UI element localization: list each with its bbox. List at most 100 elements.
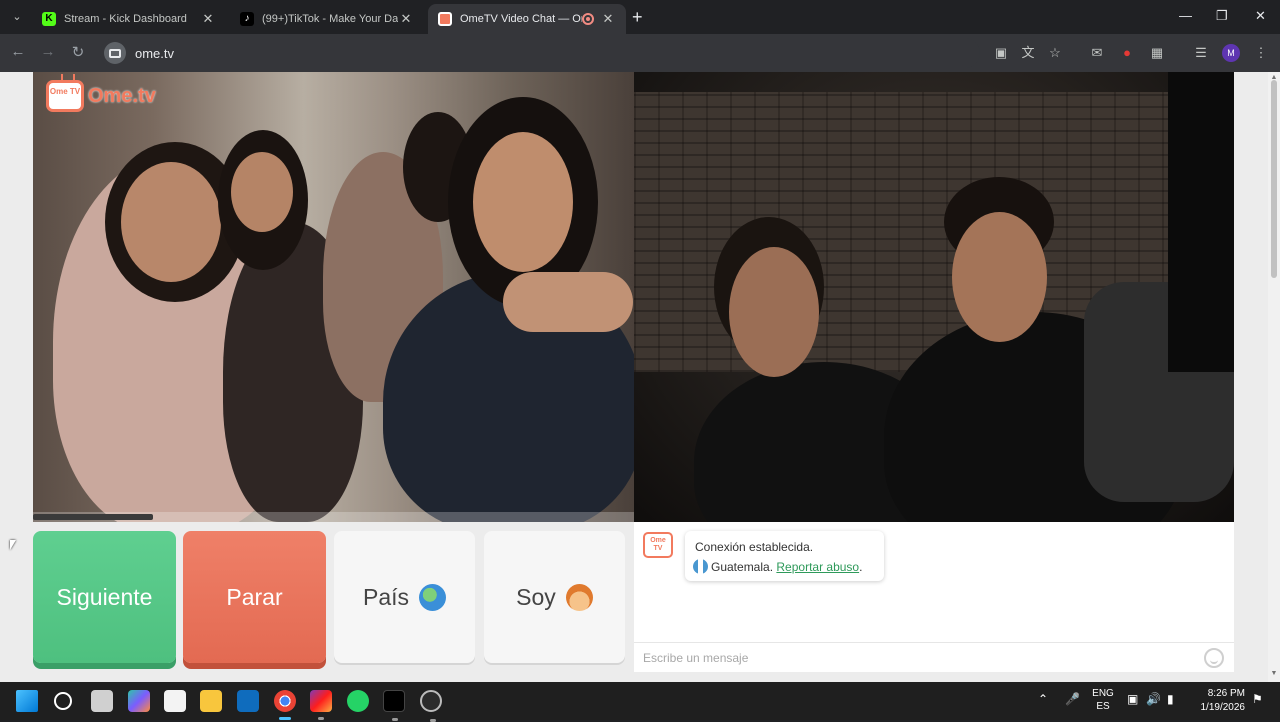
site-info-icon[interactable] [104,42,126,64]
task-view-icon[interactable] [91,690,113,712]
microsoft-store-icon[interactable] [164,690,186,712]
emoji-smile-icon[interactable] [1204,648,1224,668]
extension-record-icon[interactable]: ● [1118,44,1136,62]
tab-bar: ⌄ K Stream - Kick Dashboard ✕ ♪ (99+)Tik… [0,0,1280,34]
whatsapp-icon[interactable] [347,690,369,712]
next-button-label: Siguiente [56,583,153,610]
country-button-label: País [362,583,410,610]
connection-status: Conexión establecida. [695,540,814,554]
network-icon[interactable]: ▣ [1127,692,1138,706]
pointing-hand-shape [503,272,633,332]
next-button[interactable]: Siguiente [33,531,176,663]
menu-dots-icon[interactable]: ⋮ [1252,44,1270,62]
profile-avatar[interactable]: M [1222,44,1240,62]
clock-date: 1/19/2026 [1200,702,1246,713]
system-clock[interactable]: 8:26 PM 1/19/2026 [1195,687,1246,715]
language-code: ENG [1092,688,1114,699]
mouse-cursor-icon [10,540,16,550]
url-text[interactable]: ome.tv [135,46,174,61]
logo-wordmark: Ome.tv [88,84,156,107]
windows-taskbar: ⌃ 🎤 ENG ES ▣ 🔊 ▮ 8:26 PM 1/19/2026 ⚑ [0,682,1280,722]
show-hidden-icons-chevron-icon[interactable]: ⌃ [1038,692,1048,706]
dark-panel [1168,72,1234,372]
tab-kick-dashboard[interactable]: K Stream - Kick Dashboard ✕ [32,4,226,34]
tab-search-chevron-icon[interactable]: ⌄ [8,8,26,26]
forward-arrow-icon[interactable]: → [38,43,58,60]
stop-button[interactable]: Parar [183,531,326,663]
partner-country-line: Guatemala. Reportar abuso. [693,557,874,577]
message-input[interactable] [643,649,1183,667]
guatemala-flag-icon [693,559,708,574]
control-buttons: Siguiente Parar País Soy [33,531,634,671]
scrollbar-thumb[interactable] [1271,80,1277,278]
outlook-icon[interactable] [237,690,259,712]
remote-video [634,72,1234,522]
maximize-icon[interactable]: ❐ [1216,8,1228,24]
logo-badge-text: Ome TV [49,87,81,96]
bookmark-star-icon[interactable]: ☆ [1046,44,1064,62]
tab-ometv[interactable]: OmeTV Video Chat — Ome ✕ [428,4,626,34]
battery-icon[interactable]: ▮ [1167,692,1174,706]
gender-button-label: Soy [516,583,556,610]
back-arrow-icon[interactable]: ← [8,43,28,60]
clock-time: 8:26 PM [1207,688,1245,699]
windows-start-icon[interactable] [16,690,38,712]
close-icon[interactable]: ✕ [200,11,216,27]
face-shape [952,212,1047,342]
media-control-icon[interactable]: ☰ [1192,44,1210,62]
tiktok-app-icon[interactable] [383,690,405,721]
obs-icon[interactable] [420,690,442,722]
boy-face-icon [565,583,593,611]
file-explorer-icon[interactable] [200,690,222,712]
ometv-tv-icon: Ome TV [46,80,84,112]
ometv-page: Ome TV Ome.tv Siguiente Parar País Soy O… [0,72,1280,682]
keyboard-layout: ES [1096,701,1110,712]
stop-button-label: Parar [226,583,283,610]
kick-icon: K [42,12,56,26]
microphone-icon[interactable]: 🎤 [1065,692,1080,706]
address-bar[interactable]: ome.tv [100,38,980,68]
browser-toolbar: ← → ↻ ome.tv ▣ 文 ☆ ✉ ● ▦ ☰ M ⋮ [0,34,1280,72]
window-close-icon[interactable]: ✕ [1255,8,1266,24]
report-abuse-link[interactable]: Reportar abuso [776,560,859,574]
search-icon[interactable] [54,692,72,710]
reload-icon[interactable]: ↻ [68,43,88,61]
gender-button[interactable]: Soy [484,531,625,663]
face-shape [729,247,819,377]
scroll-down-icon[interactable]: ▼ [1270,670,1278,677]
new-tab-plus-icon[interactable]: + [632,8,643,26]
instagram-icon[interactable] [310,690,332,720]
ometv-logo[interactable]: Ome TV Ome.tv [46,80,156,112]
connection-progress-fill [33,514,154,520]
chrome-icon[interactable] [274,690,296,720]
chat-panel: Ome TV Conexión establecida. Guatemala. … [634,522,1234,672]
connection-progress-bar [33,512,634,522]
globe-icon [419,583,447,611]
tab-tiktok[interactable]: ♪ (99+)TikTok - Make Your Day ✕ [230,4,424,34]
face-shape [231,152,293,232]
page-scrollbar[interactable]: ▲ ▼ [1268,72,1280,682]
extension-mail-icon[interactable]: ✉ [1088,44,1106,62]
country-button[interactable]: País [334,531,475,663]
close-icon[interactable]: ✕ [600,11,616,27]
copilot-icon[interactable] [128,690,150,712]
face-shape [121,162,221,282]
chat-input-area [634,642,1234,672]
translate-icon[interactable]: 文 [1019,44,1037,62]
recording-icon [582,13,594,25]
notification-bell-icon[interactable]: ⚑ [1252,692,1263,706]
cast-icon[interactable]: ▣ [992,44,1010,62]
close-icon[interactable]: ✕ [398,11,414,27]
volume-icon[interactable]: 🔊 [1146,692,1161,706]
minimize-icon[interactable]: — [1179,8,1192,23]
local-video: Ome TV Ome.tv [33,72,634,522]
ometv-chat-avatar-icon: Ome TV [643,532,673,558]
tiktok-icon: ♪ [240,12,254,26]
chat-avatar-text: Ome TV [650,537,666,552]
extensions-puzzle-icon[interactable]: ▦ [1148,44,1166,62]
partner-country: Guatemala. [711,560,774,574]
ometv-icon [438,12,452,26]
tab-title: Stream - Kick Dashboard [64,13,187,25]
tab-title: (99+)TikTok - Make Your Day [262,13,398,25]
input-language[interactable]: ENG ES [1090,687,1116,713]
